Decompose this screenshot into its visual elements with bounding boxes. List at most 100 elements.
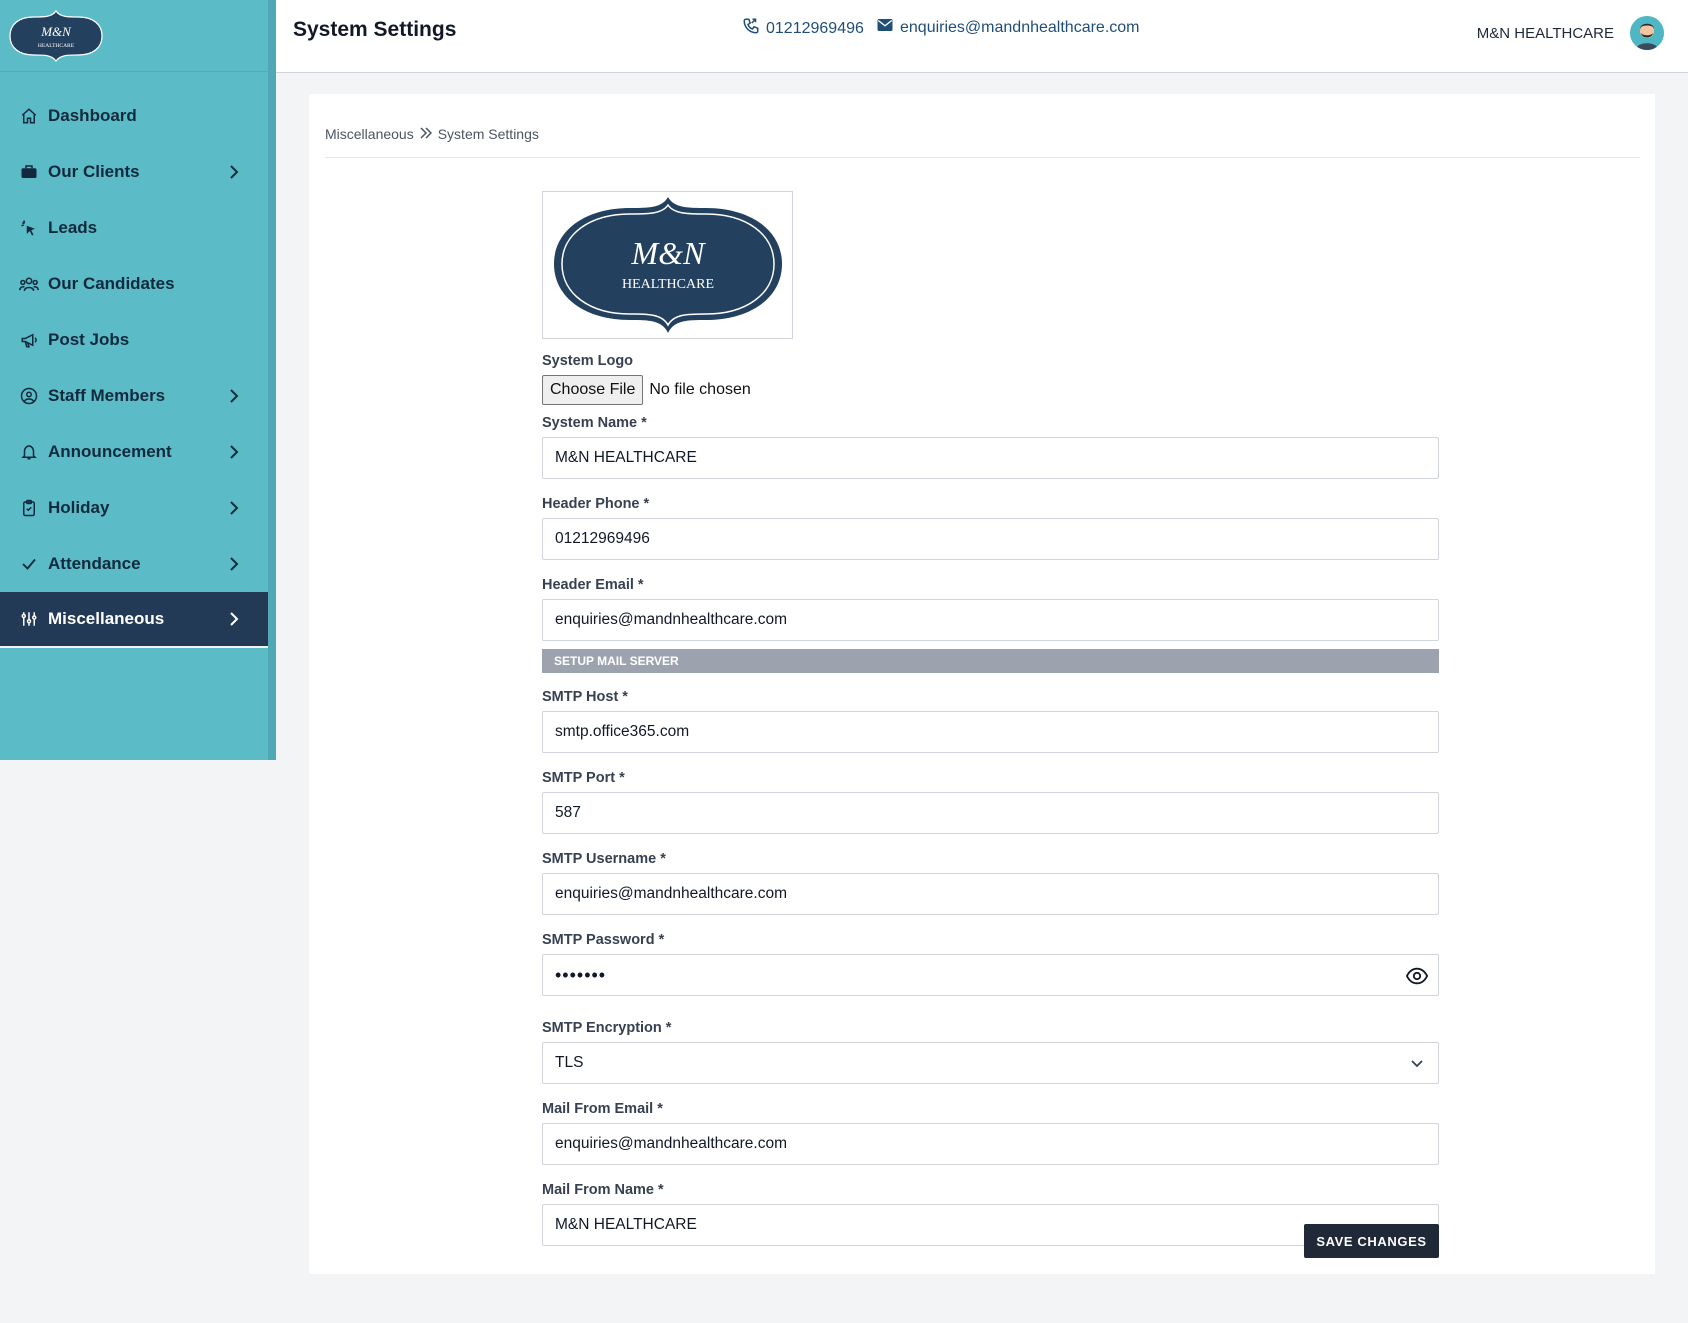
smtp-password-value: ••••••• bbox=[555, 964, 607, 985]
clipboard-check-icon bbox=[18, 497, 40, 519]
brand-logo-badge: M&N HEALTHCARE bbox=[9, 9, 103, 62]
chevron-right-icon bbox=[228, 611, 240, 627]
mail-from-email-label: Mail From Email * bbox=[542, 1101, 663, 1117]
header-email-input[interactable]: enquiries@mandnhealthcare.com bbox=[542, 599, 1439, 641]
user-name: M&N HEALTHCARE bbox=[1476, 24, 1614, 42]
sidebar-item-label: Our Candidates bbox=[48, 274, 175, 293]
sidebar-item-post-jobs[interactable]: Post Jobs bbox=[0, 312, 268, 368]
section-heading-mail-server: SETUP MAIL SERVER bbox=[542, 649, 1439, 673]
choose-file-button[interactable]: Choose File bbox=[542, 375, 644, 405]
system-logo-image: M&N HEALTHCARE bbox=[553, 197, 782, 333]
sidebar-item-label: Post Jobs bbox=[48, 330, 130, 349]
smtp-port-field: SMTP Port * 587 bbox=[542, 770, 1439, 834]
system-name-field: System Name * M&N HEALTHCARE bbox=[542, 415, 1439, 479]
brand-logo[interactable]: M&N HEALTHCARE bbox=[0, 0, 268, 72]
user-circle-icon bbox=[18, 385, 40, 407]
cursor-click-icon bbox=[18, 217, 40, 239]
chevron-right-icon bbox=[228, 164, 240, 180]
sidebar-item-our-candidates[interactable]: Our Candidates bbox=[0, 256, 268, 312]
home-icon bbox=[18, 105, 40, 127]
system-logo-preview: M&N HEALTHCARE bbox=[542, 191, 793, 339]
sidebar-item-leads[interactable]: Leads bbox=[0, 200, 268, 256]
smtp-host-input[interactable]: smtp.office365.com bbox=[542, 711, 1439, 753]
user-menu[interactable]: M&N HEALTHCARE bbox=[1477, 16, 1664, 50]
sidebar-item-label: Dashboard bbox=[48, 106, 137, 125]
file-status: No file chosen bbox=[649, 381, 751, 398]
header-phone-field: Header Phone * 01212969496 bbox=[542, 496, 1439, 560]
smtp-password-field: SMTP Password * ••••••• bbox=[542, 932, 1439, 996]
save-changes-button[interactable]: SAVE CHANGES bbox=[1304, 1224, 1439, 1258]
system-settings-form: M&N HEALTHCARE System Logo Choose File N… bbox=[542, 191, 1439, 1263]
header-email-field: Header Email * enquiries@mandnhealthcare… bbox=[542, 577, 1439, 641]
smtp-password-input[interactable]: ••••••• bbox=[542, 954, 1439, 996]
sidebar-item-dashboard[interactable]: Dashboard bbox=[0, 88, 268, 144]
smtp-encryption-select[interactable]: TLS bbox=[542, 1042, 1439, 1084]
brand-logo-subtext: HEALTHCARE bbox=[38, 43, 75, 49]
breadcrumb: Miscellaneous System Settings bbox=[325, 126, 539, 142]
mail-icon bbox=[876, 17, 894, 38]
system-logo-file-input[interactable]: Choose File No file chosen bbox=[542, 375, 1439, 405]
header-email-label: Header Email * bbox=[542, 577, 644, 593]
sidebar-item-holiday[interactable]: Holiday bbox=[0, 480, 268, 536]
sidebar-item-label: Leads bbox=[48, 218, 98, 237]
smtp-encryption-label: SMTP Encryption * bbox=[542, 1020, 672, 1036]
top-header: System Settings 01212969496 enquiries@ma… bbox=[276, 0, 1688, 73]
system-name-label: System Name * bbox=[542, 415, 647, 431]
users-icon bbox=[18, 273, 40, 295]
mail-from-email-input[interactable]: enquiries@mandnhealthcare.com bbox=[542, 1123, 1439, 1165]
sidebar-item-miscellaneous[interactable]: Miscellaneous bbox=[0, 592, 268, 648]
smtp-encryption-field: SMTP Encryption * TLS bbox=[542, 1020, 1439, 1084]
sidebar-item-label: Miscellaneous bbox=[48, 609, 165, 628]
smtp-port-label: SMTP Port * bbox=[542, 770, 625, 786]
header-phone-label: Header Phone * bbox=[542, 496, 650, 512]
header-phone-text: 01212969496 bbox=[766, 19, 864, 37]
briefcase-icon bbox=[18, 161, 40, 183]
eye-icon[interactable] bbox=[1405, 965, 1429, 987]
chevron-right-icon bbox=[228, 444, 240, 460]
sidebar-item-label: Our Clients bbox=[48, 162, 140, 181]
smtp-username-input[interactable]: enquiries@mandnhealthcare.com bbox=[542, 873, 1439, 915]
system-logo-text: M&N bbox=[630, 235, 706, 271]
divider bbox=[325, 157, 1640, 158]
sidebar-item-label: Holiday bbox=[48, 498, 110, 517]
chevron-right-icon bbox=[228, 500, 240, 516]
sidebar-item-our-clients[interactable]: Our Clients bbox=[0, 144, 268, 200]
header-email-text: enquiries@mandnhealthcare.com bbox=[900, 18, 1140, 36]
smtp-port-input[interactable]: 587 bbox=[542, 792, 1439, 834]
system-logo-subtext: HEALTHCARE bbox=[621, 277, 713, 292]
avatar[interactable] bbox=[1630, 16, 1664, 50]
smtp-encryption-value: TLS bbox=[555, 1054, 584, 1071]
smtp-host-label: SMTP Host * bbox=[542, 689, 628, 705]
breadcrumb-current: System Settings bbox=[437, 126, 539, 142]
sliders-icon bbox=[18, 608, 40, 630]
sidebar: M&N HEALTHCARE Dashboard Our Clients Lea… bbox=[0, 0, 276, 760]
chevron-right-icon bbox=[228, 388, 240, 404]
sidebar-item-label: Attendance bbox=[48, 554, 141, 573]
header-phone-input[interactable]: 01212969496 bbox=[542, 518, 1439, 560]
chevron-down-icon bbox=[1410, 1057, 1424, 1071]
mail-from-email-field: Mail From Email * enquiries@mandnhealthc… bbox=[542, 1101, 1439, 1165]
smtp-host-field: SMTP Host * smtp.office365.com bbox=[542, 689, 1439, 753]
phone-icon bbox=[742, 17, 760, 40]
brand-logo-text: M&N bbox=[40, 24, 72, 39]
smtp-username-field: SMTP Username * enquiries@mandnhealthcar… bbox=[542, 851, 1439, 915]
sidebar-item-announcement[interactable]: Announcement bbox=[0, 424, 268, 480]
smtp-username-label: SMTP Username * bbox=[542, 851, 666, 867]
header-phone[interactable]: 01212969496 bbox=[742, 17, 864, 40]
double-chevron-right-icon bbox=[420, 126, 432, 142]
smtp-password-label: SMTP Password * bbox=[542, 932, 665, 948]
header-email[interactable]: enquiries@mandnhealthcare.com bbox=[876, 17, 1139, 38]
bell-icon bbox=[18, 441, 40, 463]
sidebar-item-staff-members[interactable]: Staff Members bbox=[0, 368, 268, 424]
system-name-input[interactable]: M&N HEALTHCARE bbox=[542, 437, 1439, 479]
sidebar-item-label: Staff Members bbox=[48, 386, 166, 405]
megaphone-icon bbox=[18, 329, 40, 351]
check-icon bbox=[18, 553, 40, 575]
chevron-right-icon bbox=[228, 556, 240, 572]
sidebar-item-label: Announcement bbox=[48, 442, 172, 461]
mail-from-name-label: Mail From Name * bbox=[542, 1182, 664, 1198]
sidebar-item-attendance[interactable]: Attendance bbox=[0, 536, 268, 592]
system-logo-label: System Logo bbox=[542, 353, 634, 369]
settings-card: Miscellaneous System Settings M&N HEALTH… bbox=[309, 94, 1655, 1274]
breadcrumb-parent[interactable]: Miscellaneous bbox=[325, 126, 414, 142]
